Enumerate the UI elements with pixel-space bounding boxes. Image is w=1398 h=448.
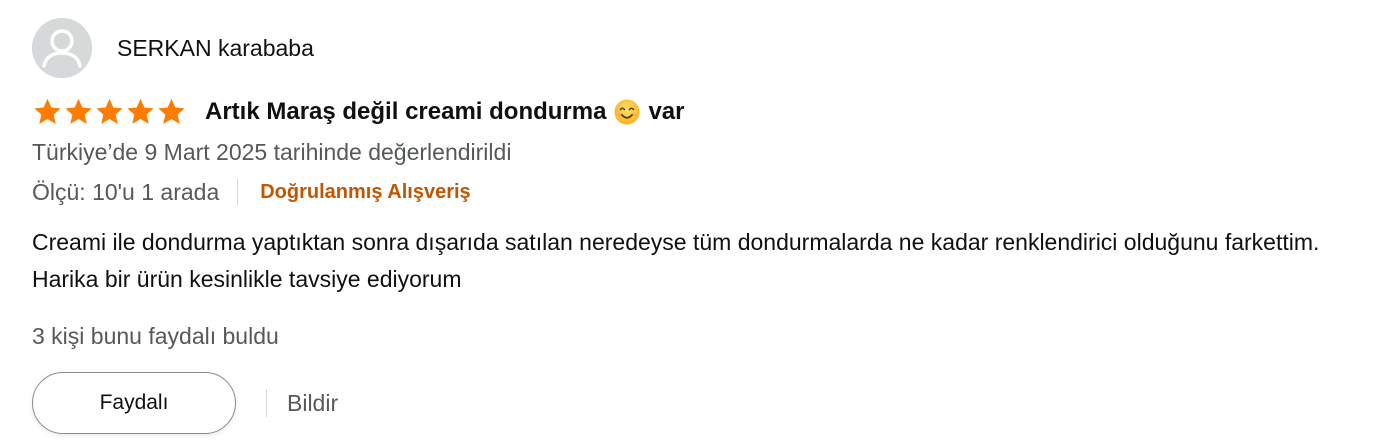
user-silhouette-icon — [32, 18, 92, 78]
product-size: Ölçü: 10'u 1 arada — [32, 178, 220, 205]
review-meta: Ölçü: 10'u 1 arada Doğrulanmış Alışveriş — [32, 172, 1392, 212]
review-title-suffix: var — [648, 98, 685, 125]
review-title-row: Artık Maraş değil creami dondurma var — [32, 94, 1392, 130]
review-body: Creami ile dondurma yaptıktan sonra dışa… — [32, 229, 1320, 292]
helpful-button[interactable]: Faydalı — [32, 372, 236, 434]
star-icon — [63, 97, 94, 127]
helpful-count: 3 kişi bunu faydalı buldu — [32, 323, 279, 349]
review-actions: Faydalı Bildir — [32, 372, 1392, 434]
meta-divider — [237, 179, 239, 205]
reviewer-name[interactable]: SERKAN karababa — [117, 35, 314, 62]
smiling-face-emoji-icon — [614, 99, 640, 125]
verified-purchase-badge: Doğrulanmış Alışveriş — [260, 180, 471, 203]
review-title-text: Artık Maraş değil creami dondurma — [205, 98, 607, 125]
review-date: Türkiye’de 9 Mart 2025 tarihinde değerle… — [32, 139, 512, 165]
star-rating[interactable] — [32, 97, 187, 127]
review-card: SERKAN karababa Artık Maraş değil creami… — [32, 18, 1392, 434]
actions-divider — [266, 389, 267, 417]
report-link[interactable]: Bildir — [287, 390, 338, 417]
star-icon — [125, 97, 156, 127]
star-icon — [94, 97, 125, 127]
reviewer-profile[interactable]: SERKAN karababa — [32, 18, 1392, 78]
avatar[interactable] — [32, 18, 92, 78]
star-icon — [156, 97, 187, 127]
review-title[interactable]: Artık Maraş değil creami dondurma var — [205, 98, 685, 126]
star-icon — [32, 97, 63, 127]
